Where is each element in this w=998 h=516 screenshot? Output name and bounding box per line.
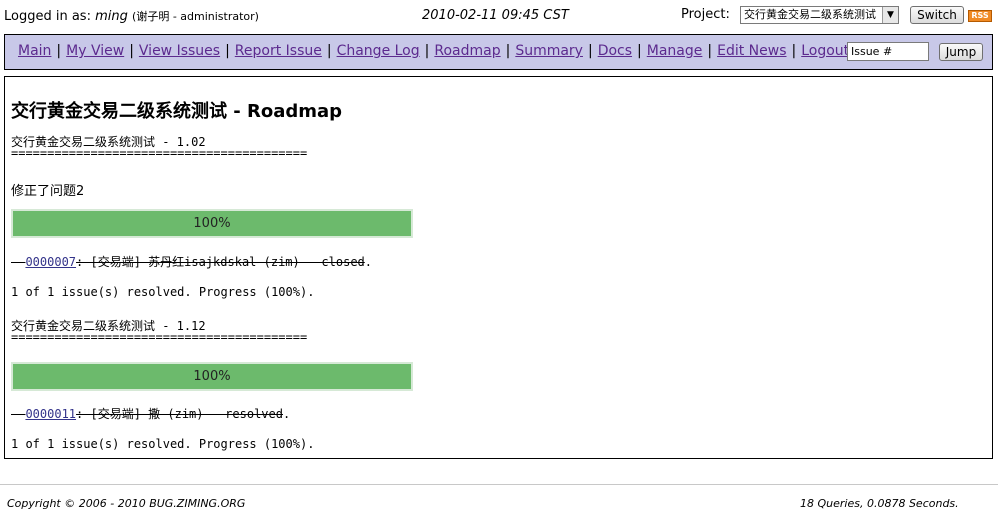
version-underline: ========================================… — [11, 330, 308, 344]
menu-separator: | — [424, 43, 430, 59]
menu-separator: | — [707, 43, 713, 59]
menu-link-main[interactable]: Main — [18, 43, 51, 59]
issue-prefix: - — [11, 255, 26, 269]
user-meta: (谢子明 - administrator) — [132, 10, 259, 23]
query-stats: 18 Queries, 0.0878 Seconds. — [800, 497, 959, 510]
rss-icon[interactable]: RSS — [968, 10, 992, 22]
top-bar: Logged in as: ming (谢子明 - administrator)… — [0, 0, 998, 32]
menu-link-change-log[interactable]: Change Log — [337, 43, 420, 59]
jump-button[interactable]: Jump — [939, 43, 983, 61]
roadmap-panel: 交行黄金交易二级系统测试 - Roadmap 交行黄金交易二级系统测试 - 1.… — [4, 76, 993, 459]
project-select[interactable]: 交行黄金交易二级系统测试 ▼ — [740, 6, 899, 24]
username[interactable]: ming — [95, 9, 128, 24]
version-status: 1 of 1 issue(s) resolved. Progress (100%… — [11, 437, 315, 451]
issue-link[interactable]: 0000007 — [25, 255, 76, 269]
menu-link-roadmap[interactable]: Roadmap — [434, 43, 500, 59]
menu-separator: | — [505, 43, 511, 59]
menu-link-docs[interactable]: Docs — [598, 43, 632, 59]
progress-bar: 100% — [11, 209, 413, 238]
copyright: Copyright © 2006 - 2010 BUG.ZIMING.ORG — [7, 497, 246, 510]
login-info: Logged in as: ming (谢子明 - administrator) — [4, 8, 259, 24]
menu-link-edit-news[interactable]: Edit News — [717, 43, 786, 59]
project-label: Project: — [681, 7, 730, 22]
footer-divider — [0, 484, 998, 485]
version-status: 1 of 1 issue(s) resolved. Progress (100%… — [11, 285, 315, 299]
menu-separator: | — [326, 43, 332, 59]
version-description: 修正了问题2 — [11, 184, 85, 199]
menu-separator: | — [129, 43, 134, 59]
issue-suffix: . — [282, 407, 291, 421]
issue-line: - 0000011: [交易端] 撒 (zim) - resolved. — [11, 405, 290, 422]
menu-link-my-view[interactable]: My View — [66, 43, 124, 59]
menu-separator: | — [637, 43, 642, 59]
menu-link-view-issues[interactable]: View Issues — [139, 43, 220, 59]
login-label: Logged in as: — [4, 9, 91, 24]
menu-link-report-issue[interactable]: Report Issue — [235, 43, 322, 59]
version-underline: ========================================… — [11, 146, 308, 160]
menu-link-manage[interactable]: Manage — [647, 43, 703, 59]
menu-link-summary[interactable]: Summary — [515, 43, 583, 59]
progress-bar: 100% — [11, 362, 413, 391]
progress-label: 100% — [193, 369, 231, 384]
issue-prefix: - — [11, 407, 26, 421]
chevron-down-icon[interactable]: ▼ — [882, 7, 898, 23]
project-selected-value: 交行黄金交易二级系统测试 — [744, 8, 876, 21]
menu-separator: | — [791, 43, 797, 59]
current-datetime: 2010-02-11 09:45 CST — [422, 8, 569, 23]
issue-link[interactable]: 0000011 — [25, 407, 76, 421]
main-menu: Main | My View | View Issues | Report Issue | Ch… — [4, 34, 993, 70]
issue-line: - 0000007: [交易端] 苏丹红isajkdskal (zim) - c… — [11, 253, 372, 270]
issue-suffix: . — [364, 255, 373, 269]
issue-number-input[interactable]: Issue # — [847, 42, 929, 61]
menu-link-logout[interactable]: Logout — [801, 43, 849, 59]
menu-separator: | — [225, 43, 230, 59]
progress-label: 100% — [193, 216, 231, 231]
issue-summary: : [交易端] 撒 (zim) - resolved — [76, 407, 283, 421]
switch-button[interactable]: Switch — [910, 6, 964, 24]
issue-summary: : [交易端] 苏丹红isajkdskal (zim) - closed — [76, 255, 365, 269]
page-title: 交行黄金交易二级系统测试 - Roadmap — [11, 101, 343, 122]
menu-separator: | — [587, 43, 593, 59]
menu-separator: | — [56, 43, 62, 59]
